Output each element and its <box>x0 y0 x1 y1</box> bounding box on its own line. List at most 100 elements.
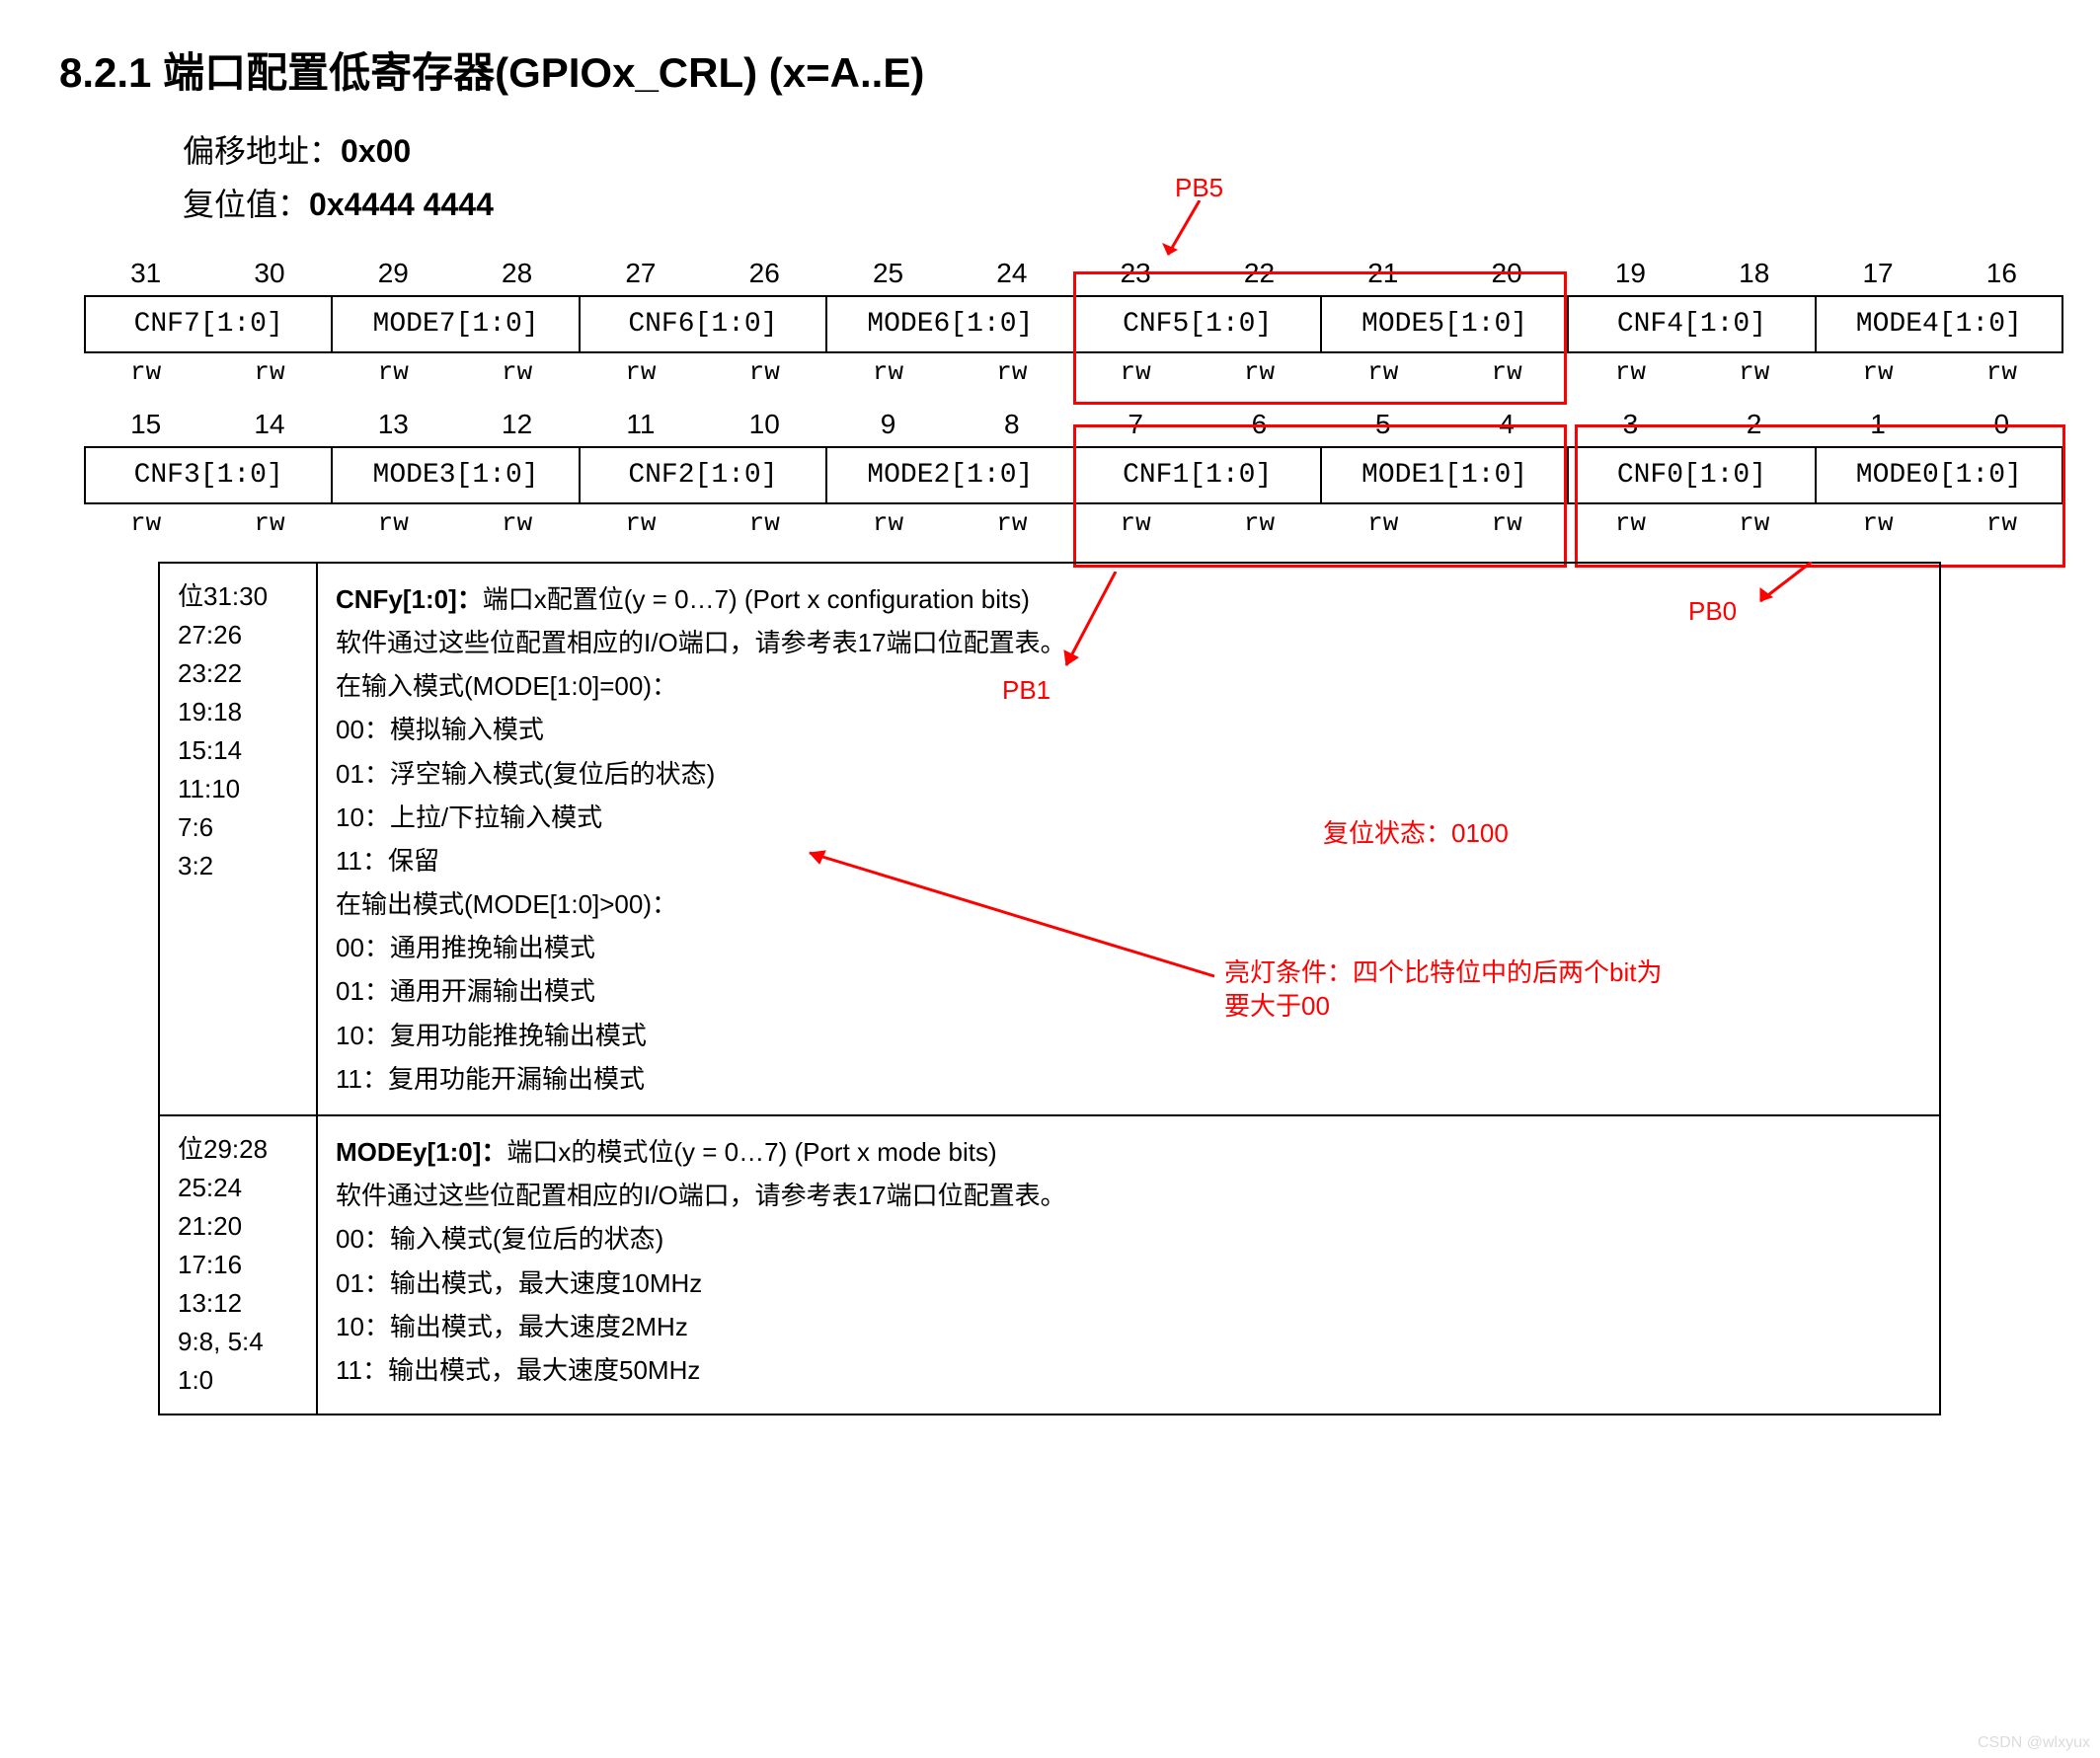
bitnum: 6 <box>1198 403 1321 446</box>
rw-label: rw <box>826 353 950 391</box>
bitnum: 25 <box>826 252 950 295</box>
field-row-low: CNF3[1:0] MODE3[1:0] CNF2[1:0] MODE2[1:0… <box>84 446 2063 504</box>
cnfy-l2: 在输入模式(MODE[1:0]=00)： <box>336 671 677 701</box>
modey-l3: 01：输出模式，最大速度10MHz <box>336 1268 702 1298</box>
rw-label: rw <box>1198 504 1321 542</box>
bitnum: 12 <box>455 403 579 446</box>
rw-label: rw <box>207 353 331 391</box>
rw-label: rw <box>207 504 331 542</box>
bitnum: 4 <box>1444 403 1568 446</box>
rw-label: rw <box>1444 504 1568 542</box>
rw-label: rw <box>1321 353 1444 391</box>
modey-l1: 软件通过这些位配置相应的I/O端口，请参考表17端口位配置表。 <box>336 1181 1066 1210</box>
bitnum: 9 <box>826 403 950 446</box>
field-cell: CNF2[1:0] <box>581 446 827 504</box>
field-cell: MODE3[1:0] <box>333 446 580 504</box>
bit-numbers-high: 31 30 29 28 27 26 25 24 23 22 21 20 19 1… <box>84 252 2063 295</box>
bitnum: 24 <box>950 252 1073 295</box>
bitnum: 27 <box>579 252 702 295</box>
rw-label: rw <box>1940 353 2063 391</box>
field-cell: CNF7[1:0] <box>84 295 333 353</box>
reset-label: 复位值： <box>183 187 309 222</box>
bitnum: 2 <box>1692 403 1816 446</box>
cnfy-bit-list: 位31:30 27:26 23:22 19:18 15:14 11:10 7:6… <box>159 563 317 1115</box>
field-row-high: CNF7[1:0] MODE7[1:0] CNF6[1:0] MODE6[1:0… <box>84 295 2063 353</box>
rw-label: rw <box>1569 353 1692 391</box>
field-cell: CNF1[1:0] <box>1075 446 1322 504</box>
modey-l5: 11：输出模式，最大速度50MHz <box>336 1355 700 1385</box>
rw-label: rw <box>1074 353 1198 391</box>
cnfy-description: CNFy[1:0]：端口x配置位(y = 0…7) (Port x config… <box>317 563 1940 1115</box>
cnfy-l11: 11：复用功能开漏输出模式 <box>336 1064 645 1094</box>
rw-label: rw <box>332 504 455 542</box>
bitnum: 15 <box>84 403 207 446</box>
cnfy-l6: 11：保留 <box>336 846 439 876</box>
field-cell: MODE6[1:0] <box>827 295 1074 353</box>
rw-label: rw <box>1816 504 1939 542</box>
modey-l4: 10：输出模式，最大速度2MHz <box>336 1312 688 1341</box>
section-title: 8.2.1 端口配置低寄存器(GPIOx_CRL) (x=A..E) <box>59 39 2041 100</box>
offset-value: 0x00 <box>341 133 411 169</box>
rw-label: rw <box>455 504 579 542</box>
cnfy-l1: 软件通过这些位配置相应的I/O端口，请参考表17端口位配置表。 <box>336 628 1066 657</box>
bitnum: 18 <box>1692 252 1816 295</box>
bitnum: 20 <box>1444 252 1568 295</box>
bitnum: 30 <box>207 252 331 295</box>
bitnum: 8 <box>950 403 1073 446</box>
field-cell: CNF0[1:0] <box>1569 446 1816 504</box>
bitnum: 11 <box>579 403 702 446</box>
field-cell: MODE7[1:0] <box>333 295 580 353</box>
rw-label: rw <box>1321 504 1444 542</box>
field-cell: CNF3[1:0] <box>84 446 333 504</box>
cnfy-l4: 01：浮空输入模式(复位后的状态) <box>336 759 715 789</box>
field-cell: CNF6[1:0] <box>581 295 827 353</box>
bitnum: 26 <box>703 252 826 295</box>
bitnum: 28 <box>455 252 579 295</box>
rw-label: rw <box>1569 504 1692 542</box>
bitnum: 10 <box>703 403 826 446</box>
rw-label: rw <box>1074 504 1198 542</box>
modey-head2: 端口x的模式位(y = 0…7) (Port x mode bits) <box>506 1137 996 1167</box>
modey-l2: 00：输入模式(复位后的状态) <box>336 1224 663 1254</box>
bitnum: 7 <box>1074 403 1198 446</box>
rw-label: rw <box>332 353 455 391</box>
bit-numbers-low: 15 14 13 12 11 10 9 8 7 6 5 4 3 2 1 0 <box>84 403 2063 446</box>
rw-label: rw <box>1692 504 1816 542</box>
bitnum: 1 <box>1816 403 1939 446</box>
cnfy-l3: 00：模拟输入模式 <box>336 715 544 744</box>
rw-label: rw <box>1198 353 1321 391</box>
bitnum: 5 <box>1321 403 1444 446</box>
rw-label: rw <box>84 353 207 391</box>
rw-label: rw <box>84 504 207 542</box>
modey-bit-list: 位29:28 25:24 21:20 17:16 13:12 9:8, 5:4 … <box>159 1115 317 1414</box>
bitnum: 17 <box>1816 252 1939 295</box>
field-cell: MODE0[1:0] <box>1817 446 2063 504</box>
rw-label: rw <box>455 353 579 391</box>
rw-label: rw <box>579 353 702 391</box>
rw-label: rw <box>1940 504 2063 542</box>
cnfy-head: CNFy[1:0]： <box>336 584 483 614</box>
modey-head: MODEy[1:0]： <box>336 1137 506 1167</box>
bitnum: 29 <box>332 252 455 295</box>
rw-row-low: rw rw rw rw rw rw rw rw rw rw rw rw rw r… <box>84 504 2063 542</box>
cnfy-l9: 01：通用开漏输出模式 <box>336 976 595 1006</box>
field-cell: MODE1[1:0] <box>1322 446 1569 504</box>
cnfy-head2: 端口x配置位(y = 0…7) (Port x configuration bi… <box>483 584 1030 614</box>
bitnum: 23 <box>1074 252 1198 295</box>
rw-label: rw <box>950 504 1073 542</box>
bitnum: 13 <box>332 403 455 446</box>
bitnum: 3 <box>1569 403 1692 446</box>
field-cell: CNF4[1:0] <box>1569 295 1816 353</box>
rw-label: rw <box>1816 353 1939 391</box>
bitnum: 31 <box>84 252 207 295</box>
cnfy-l10: 10：复用功能推挽输出模式 <box>336 1021 647 1050</box>
watermark-text: CSDN @wlxyux <box>1978 1734 2090 1752</box>
rw-label: rw <box>579 504 702 542</box>
cnfy-l8: 00：通用推挽输出模式 <box>336 933 595 962</box>
register-meta: 偏移地址：0x00 复位值：0x4444 4444 <box>183 124 2041 232</box>
cnfy-l7: 在输出模式(MODE[1:0]>00)： <box>336 889 677 919</box>
bitnum: 19 <box>1569 252 1692 295</box>
offset-label: 偏移地址： <box>183 133 341 169</box>
modey-description: MODEy[1:0]：端口x的模式位(y = 0…7) (Port x mode… <box>317 1115 1940 1414</box>
bitnum: 21 <box>1321 252 1444 295</box>
